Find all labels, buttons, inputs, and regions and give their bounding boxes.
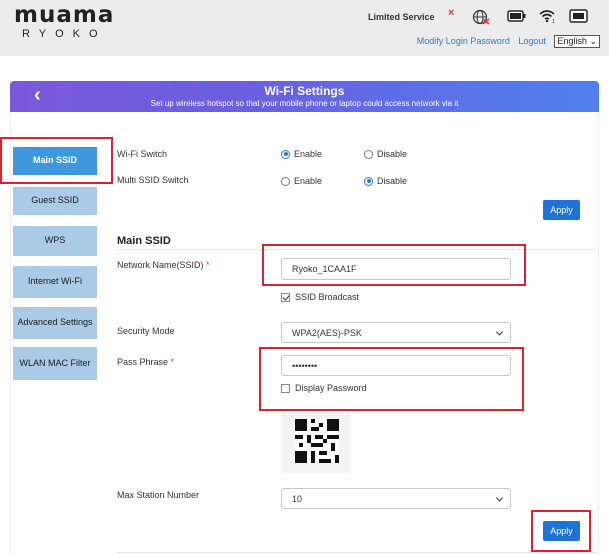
logo-subtitle: RYOKO [22, 28, 107, 40]
sidebar-item-advanced-settings[interactable]: Advanced Settings [13, 307, 97, 339]
highlight-box-apply [531, 510, 591, 552]
globe-blocked-icon [472, 9, 490, 25]
svg-text:1: 1 [552, 19, 555, 24]
max-station-select[interactable]: 10 [281, 488, 511, 509]
switches-apply-button[interactable]: Apply [543, 200, 580, 220]
wifi-switch-label: Wi-Fi Switch [117, 149, 167, 159]
logout-link[interactable]: Logout [518, 36, 546, 46]
chevron-down-icon [495, 493, 504, 502]
max-station-label: Max Station Number [117, 490, 200, 500]
radio-unselected-icon [281, 176, 290, 186]
qr-code-icon [295, 419, 339, 463]
battery-icon [507, 10, 526, 22]
required-mark: * [170, 357, 175, 367]
radio-label: Disable [377, 149, 408, 159]
close-x-icon: × [448, 7, 455, 19]
radio-label: Disable [377, 176, 408, 186]
sidebar-item-guest-ssid[interactable]: Guest SSID [13, 187, 97, 215]
section-title-main-ssid: Main SSID [117, 235, 171, 247]
network-status-text: Limited Service [368, 12, 435, 22]
multi-ssid-enable-radio[interactable]: Enable [281, 176, 322, 186]
sidebar-item-wlan-mac-filter[interactable]: WLAN MAC Filter [13, 347, 97, 380]
highlight-box-password [259, 347, 524, 411]
wifi-switch-enable-radio[interactable]: Enable [281, 149, 322, 159]
top-links: Modify Login Password Logout English ⌄ [417, 35, 600, 48]
language-select[interactable]: English ⌄ [554, 35, 600, 48]
ssid-broadcast-checkbox[interactable]: SSID Broadcast [281, 292, 359, 302]
logo: muama [14, 2, 115, 28]
security-mode-label: Security Mode [117, 326, 175, 336]
sidebar-item-wps[interactable]: WPS [13, 226, 97, 256]
qr-code-panel [281, 413, 351, 473]
security-mode-select[interactable]: WPA2(AES)-PSK [281, 322, 511, 343]
top-bar: muama RYOKO Limited Service × 1 Modify L… [0, 0, 609, 56]
highlight-box-sidebar [0, 137, 113, 184]
pass-phrase-label: Pass Phrase * [117, 357, 175, 367]
checkbox-checked-icon [281, 292, 290, 302]
wifi-switch-disable-radio[interactable]: Disable [364, 149, 407, 159]
required-mark: * [206, 260, 210, 270]
radio-label: Enable [294, 176, 323, 186]
chevron-down-icon: ⌄ [589, 36, 597, 46]
radio-selected-icon [281, 149, 290, 159]
page-banner: ‹ Wi-Fi Settings Set up wireless hotspot… [10, 81, 599, 112]
sidebar-item-internet-wifi[interactable]: Internet Wi-Fi [13, 266, 97, 298]
language-value: English [557, 36, 587, 46]
sim-card-icon [569, 9, 588, 23]
max-station-value: 10 [292, 493, 303, 504]
page-subtitle: Set up wireless hotspot so that your mob… [150, 99, 459, 108]
radio-unselected-icon [364, 149, 373, 159]
wifi-icon: 1 [539, 10, 555, 24]
radio-label: Enable [294, 149, 323, 159]
page-title: Wi-Fi Settings [264, 84, 345, 98]
radio-selected-icon [364, 176, 373, 186]
multi-ssid-disable-radio[interactable]: Disable [364, 176, 407, 186]
highlight-box-ssid [262, 244, 526, 286]
ssid-broadcast-label: SSID Broadcast [295, 292, 360, 302]
bottom-divider [117, 552, 597, 553]
security-mode-value: WPA2(AES)-PSK [292, 327, 362, 338]
multi-ssid-switch-label: Multi SSID Switch [117, 175, 189, 185]
chevron-down-icon [495, 327, 504, 336]
modify-login-password-link[interactable]: Modify Login Password [417, 36, 510, 46]
network-name-label: Network Name(SSID) * [117, 260, 210, 270]
